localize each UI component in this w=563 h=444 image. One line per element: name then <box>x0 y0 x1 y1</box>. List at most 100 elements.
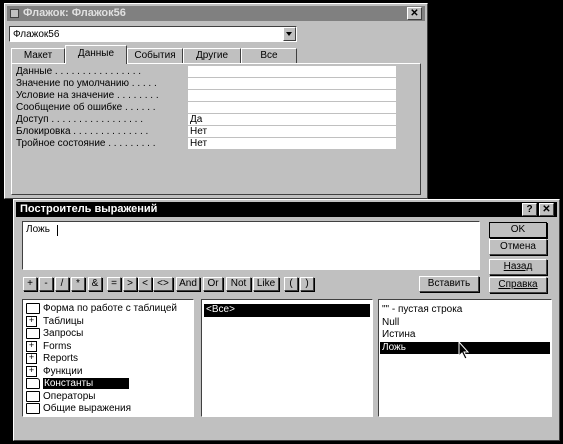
value-item-empty-string[interactable]: "" - пустая строка <box>380 304 550 317</box>
operator-less-button[interactable]: < <box>138 277 152 291</box>
property-value[interactable]: Нет <box>188 126 396 137</box>
property-window-close-button[interactable]: ✕ <box>407 7 422 20</box>
property-row-data[interactable]: Данные . . . . . . . . . . . . . . . . <box>14 66 396 78</box>
tab-other[interactable]: Другие <box>183 48 241 64</box>
property-value[interactable]: Да <box>188 114 396 125</box>
insert-button[interactable]: Вставить <box>419 276 479 292</box>
plus-icon[interactable]: + <box>26 315 37 327</box>
folder-tree[interactable]: Форма по работе с таблицей + Таблицы Запр… <box>22 299 194 417</box>
property-window-titlebar[interactable]: Флажок: Флажок56 ✕ <box>7 6 425 21</box>
tree-item-reports[interactable]: + Reports <box>24 353 194 366</box>
folder-icon <box>26 328 40 339</box>
property-label: Сообщение об ошибке . . . . . . <box>16 102 156 113</box>
operator-plus-button[interactable]: + <box>23 277 37 291</box>
folder-icon <box>26 403 40 414</box>
tree-item-label: Forms <box>43 340 72 352</box>
tree-item-tables[interactable]: + Таблицы <box>24 315 194 329</box>
chevron-down-icon <box>286 32 292 36</box>
operator-open-paren-button[interactable]: ( <box>284 277 298 291</box>
tree-item-forms[interactable]: + Forms <box>24 340 194 354</box>
tree-item-label: Операторы <box>43 390 96 402</box>
ok-button[interactable]: OK <box>489 222 547 238</box>
operator-divide-button[interactable]: / <box>55 277 69 291</box>
operator-or-button[interactable]: Or <box>203 277 223 291</box>
tab-events[interactable]: События <box>127 48 183 64</box>
tree-item-common-expressions[interactable]: Общие выражения <box>24 403 194 416</box>
value-item-true[interactable]: Истина <box>380 329 550 342</box>
folder-tree-items: Форма по работе с таблицей + Таблицы Запр… <box>24 303 194 416</box>
plus-icon[interactable]: + <box>26 340 37 352</box>
tree-item-label: Общие выражения <box>43 403 132 415</box>
tree-item-label: Reports <box>43 353 79 365</box>
property-label: Данные . . . . . . . . . . . . . . . . <box>16 66 142 77</box>
property-window-title: Флажок: Флажок56 <box>23 7 126 19</box>
tab-layout[interactable]: Макет <box>11 48 65 64</box>
open-folder-icon <box>26 378 40 389</box>
operator-not-equal-button[interactable]: <> <box>153 277 173 291</box>
object-select-value: Флажок56 <box>13 29 60 40</box>
property-row-default-value[interactable]: Значение по умолчанию . . . . . <box>14 78 396 90</box>
tree-item-constants[interactable]: Константы <box>24 378 194 391</box>
operator-like-button[interactable]: Like <box>253 277 279 291</box>
property-row-locked[interactable]: Блокировка . . . . . . . . . . . . . . Н… <box>14 126 396 138</box>
property-value[interactable]: Нет <box>188 138 396 149</box>
operator-concat-button[interactable]: & <box>88 277 102 291</box>
checkbox-app-icon <box>10 9 19 18</box>
tree-item-label: Запросы <box>43 328 84 340</box>
property-row-validation-text[interactable]: Сообщение об ошибке . . . . . . <box>14 102 396 114</box>
value-item-null[interactable]: Null <box>380 317 550 330</box>
folder-icon <box>26 303 40 314</box>
property-row-enabled[interactable]: Доступ . . . . . . . . . . . . . . . . .… <box>14 114 396 126</box>
expression-builder-close-button[interactable]: ✕ <box>539 203 554 216</box>
tab-all[interactable]: Все <box>241 48 297 64</box>
property-row-triple-state[interactable]: Тройное состояние . . . . . . . . . Нет <box>14 138 396 150</box>
text-caret <box>57 225 58 236</box>
question-icon: ? <box>526 204 533 215</box>
operator-close-paren-button[interactable]: ) <box>300 277 314 291</box>
property-label: Условие на значение . . . . . . . . <box>16 90 159 101</box>
tree-item-form[interactable]: Форма по работе с таблицей <box>24 303 194 316</box>
property-row-validation-rule[interactable]: Условие на значение . . . . . . . . <box>14 90 396 102</box>
property-grid: Данные . . . . . . . . . . . . . . . . З… <box>14 66 406 152</box>
property-value[interactable] <box>188 66 396 77</box>
property-label: Доступ . . . . . . . . . . . . . . . . . <box>16 114 144 125</box>
tab-data[interactable]: Данные <box>65 45 127 64</box>
back-button[interactable]: Назад <box>489 259 547 275</box>
tab-panel: Данные . . . . . . . . . . . . . . . . З… <box>11 63 421 195</box>
category-list[interactable]: <Все> <box>201 299 373 417</box>
property-window: Флажок: Флажок56 ✕ Флажок56 Макет Данные… <box>4 3 428 199</box>
mouse-pointer-icon <box>458 341 470 360</box>
help-title-button[interactable]: ? <box>522 203 537 216</box>
expression-input[interactable]: Ложь <box>22 221 480 270</box>
operator-equals-button[interactable]: = <box>107 277 121 291</box>
operator-multiply-button[interactable]: * <box>71 277 85 291</box>
close-icon: ✕ <box>410 8 419 19</box>
operator-not-button[interactable]: Not <box>226 277 251 291</box>
list-item-all[interactable]: <Все> <box>204 304 370 317</box>
expression-builder-window: Построитель выражений ? ✕ Ложь OK Отмена… <box>13 199 560 441</box>
property-value[interactable] <box>188 90 396 101</box>
plus-icon[interactable]: + <box>26 353 37 364</box>
tree-item-label: Функции <box>43 365 83 377</box>
property-label: Блокировка . . . . . . . . . . . . . . <box>16 126 149 137</box>
property-value[interactable] <box>188 78 396 89</box>
property-value[interactable] <box>188 102 396 113</box>
help-button[interactable]: Справка <box>489 277 547 293</box>
expression-builder-titlebar[interactable]: Построитель выражений ? ✕ <box>16 202 557 217</box>
tree-item-queries[interactable]: Запросы <box>24 328 194 341</box>
object-select-dropdown-button[interactable] <box>283 27 296 41</box>
plus-icon[interactable]: + <box>26 365 37 377</box>
close-icon: ✕ <box>542 204 551 215</box>
object-select[interactable]: Флажок56 <box>9 26 297 42</box>
value-list[interactable]: "" - пустая строка Null Истина Ложь <box>378 299 552 417</box>
operator-greater-button[interactable]: > <box>123 277 137 291</box>
expression-text: Ложь <box>26 224 50 235</box>
operator-and-button[interactable]: And <box>176 277 200 291</box>
tree-item-operators[interactable]: Операторы <box>24 390 194 404</box>
expression-builder-title: Построитель выражений <box>20 203 158 215</box>
property-label: Тройное состояние . . . . . . . . . <box>16 138 156 149</box>
cancel-button[interactable]: Отмена <box>489 239 547 255</box>
operator-minus-button[interactable]: - <box>39 277 53 291</box>
tree-item-label: Константы <box>43 378 130 390</box>
tree-item-functions[interactable]: + Функции <box>24 365 194 379</box>
